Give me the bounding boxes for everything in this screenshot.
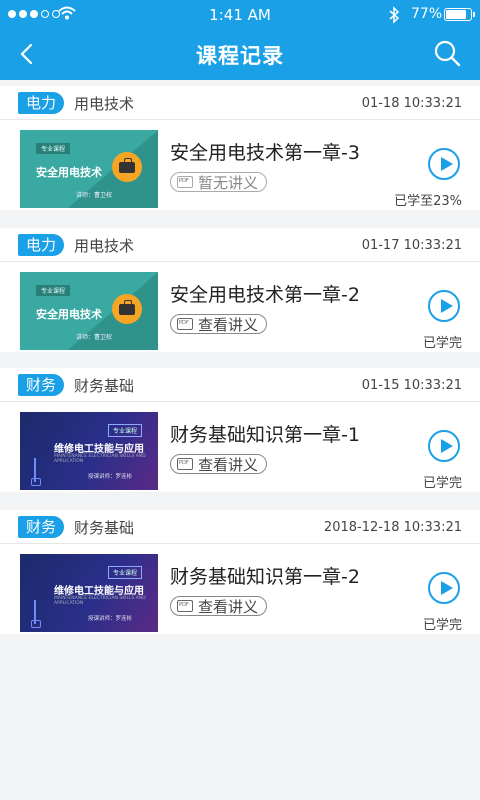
thumbnail-title: 维修电工技能与应用 [54, 586, 144, 597]
course-record-card[interactable]: 电力 用电技术 01-18 10:33:21 专业课程 安全用电技术 讲师：曹卫… [0, 86, 480, 210]
bluetooth-icon [389, 6, 400, 24]
card-header: 财务 财务基础 01-15 10:33:21 [0, 368, 480, 402]
handout-button[interactable]: 暂无讲义 [170, 172, 268, 192]
course-thumbnail[interactable]: 专业课程 维修电工技能与应用 MAINTENANCE ELECTRICIAN S… [20, 412, 158, 490]
thumbnail-subtitle: MAINTENANCE ELECTRICIAN SKILLS AND APPLI… [54, 596, 146, 606]
handout-button[interactable]: 查看讲义 [170, 314, 268, 334]
progress-status: 已学至23% [394, 194, 462, 209]
handout-label: 查看讲义 [198, 315, 259, 334]
subject-label: 用电技术 [74, 237, 135, 255]
thumbnail-lecturer: 讲师：曹卫权 [76, 334, 113, 341]
lesson-title[interactable]: 财务基础知识第一章-1 [170, 420, 360, 447]
course-thumbnail[interactable]: 专业课程 安全用电技术 讲师：曹卫权 [20, 272, 158, 350]
card-header: 电力 用电技术 01-18 10:33:21 [0, 86, 480, 120]
pdf-icon [177, 176, 193, 188]
category-tag: 财务 [18, 516, 64, 538]
thumbnail-badge: 专业课程 [36, 143, 71, 154]
subject-label: 用电技术 [74, 95, 135, 113]
course-record-card[interactable]: 财务 财务基础 2018-12-18 10:33:21 专业课程 维修电工技能与… [0, 510, 480, 634]
thumbnail-lecturer: 授课讲师：罗连彬 [88, 616, 133, 622]
record-date: 01-17 10:33:21 [361, 238, 462, 253]
category-tag: 电力 [18, 234, 64, 256]
nav-bar: 课程记录 [0, 30, 480, 80]
card-header: 电力 用电技术 01-17 10:33:21 [0, 228, 480, 262]
subject-label: 财务基础 [74, 519, 135, 537]
handout-button[interactable]: 查看讲义 [170, 596, 268, 616]
battery-percent: 77% [411, 6, 443, 22]
category-tag: 电力 [18, 92, 64, 114]
thumbnail-title: 安全用电技术 [36, 308, 102, 321]
handout-label: 查看讲义 [198, 455, 259, 474]
card-header: 财务 财务基础 2018-12-18 10:33:21 [0, 510, 480, 544]
thumbnail-title: 安全用电技术 [36, 166, 102, 179]
course-record-card[interactable]: 电力 用电技术 01-17 10:33:21 专业课程 安全用电技术 讲师：曹卫… [0, 228, 480, 352]
thumbnail-badge: 专业课程 [36, 285, 71, 296]
status-time: 1:41 AM [209, 6, 271, 24]
pdf-icon [177, 458, 193, 470]
pdf-icon [177, 318, 193, 330]
thumbnail-badge: 专业课程 [107, 424, 142, 437]
pdf-icon [177, 600, 193, 612]
thumbnail-lecturer: 授课讲师：罗连彬 [88, 474, 133, 480]
course-thumbnail[interactable]: 专业课程 安全用电技术 讲师：曹卫权 [20, 130, 158, 208]
thumbnail-title: 维修电工技能与应用 [54, 444, 144, 455]
thumbnail-lecturer: 讲师：曹卫权 [76, 192, 113, 199]
progress-status: 已学完 [422, 476, 462, 491]
thumbnail-badge: 专业课程 [107, 566, 142, 579]
category-tag: 财务 [18, 374, 64, 396]
lesson-title[interactable]: 安全用电技术第一章-3 [170, 138, 360, 165]
lesson-title[interactable]: 安全用电技术第一章-2 [170, 280, 360, 307]
thumbnail-subtitle: MAINTENANCE ELECTRICIAN SKILLS AND APPLI… [54, 454, 146, 464]
progress-status: 已学完 [422, 336, 462, 351]
status-bar: 1:41 AM 77% [0, 0, 480, 30]
search-icon[interactable] [432, 38, 462, 68]
course-thumbnail[interactable]: 专业课程 维修电工技能与应用 MAINTENANCE ELECTRICIAN S… [20, 554, 158, 632]
handout-label: 查看讲义 [198, 597, 259, 616]
record-date: 01-18 10:33:21 [361, 96, 462, 111]
app-header: 1:41 AM 77% 课程记录 [0, 0, 480, 80]
lesson-title[interactable]: 财务基础知识第一章-2 [170, 562, 360, 589]
progress-status: 已学完 [422, 618, 462, 633]
subject-label: 财务基础 [74, 377, 135, 395]
page-title: 课程记录 [196, 44, 284, 68]
record-date: 2018-12-18 10:33:21 [323, 520, 462, 535]
play-button[interactable] [428, 572, 460, 604]
handout-button[interactable]: 查看讲义 [170, 454, 268, 474]
battery-icon [444, 8, 475, 21]
record-date: 01-15 10:33:21 [361, 378, 462, 393]
course-record-card[interactable]: 财务 财务基础 01-15 10:33:21 专业课程 维修电工技能与应用 MA… [0, 368, 480, 492]
play-button[interactable] [428, 290, 460, 322]
handout-label: 暂无讲义 [198, 173, 259, 192]
play-button[interactable] [428, 148, 460, 180]
play-button[interactable] [428, 430, 460, 462]
